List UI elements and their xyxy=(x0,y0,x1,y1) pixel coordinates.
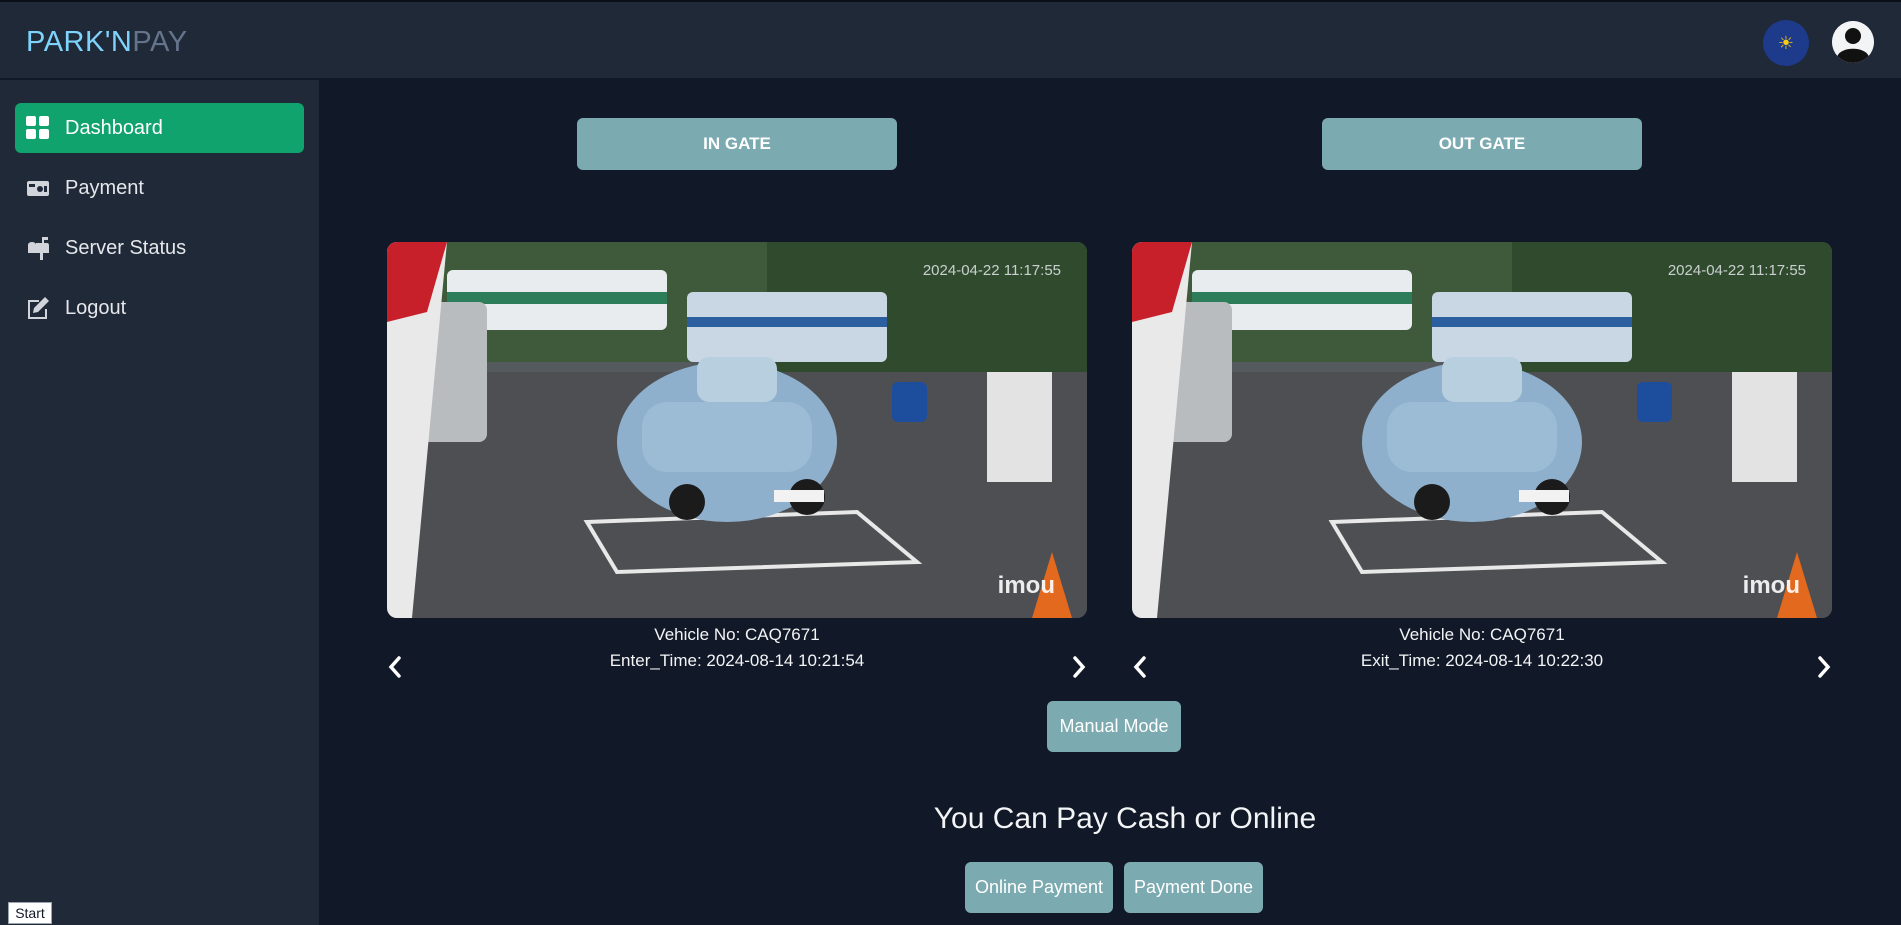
sidebar-item-server-status[interactable]: Server Status xyxy=(15,223,304,273)
user-avatar-button[interactable] xyxy=(1832,21,1874,63)
main-content: IN GATE OUT GATE 2024-04-22 11:17:55 imo… xyxy=(319,80,1901,925)
sidebar-item-label: Server Status xyxy=(65,236,187,259)
payment-heading: You Can Pay Cash or Online xyxy=(933,802,1317,835)
online-payment-button[interactable]: Online Payment xyxy=(965,862,1113,913)
payment-icon xyxy=(25,175,51,201)
sidebar: Dashboard Payment Server Status Logout xyxy=(0,80,319,925)
out-gate-button[interactable]: OUT GATE xyxy=(1322,118,1642,170)
chevron-left-icon xyxy=(388,656,401,678)
sidebar-item-label: Logout xyxy=(65,296,127,319)
sidebar-item-label: Payment xyxy=(65,176,144,199)
next-arrow-button[interactable] xyxy=(1069,654,1089,680)
enter-time: Enter_Time: 2024-08-14 10:21:54 xyxy=(609,651,865,670)
chevron-right-icon xyxy=(1818,656,1831,678)
sidebar-item-payment[interactable]: Payment xyxy=(15,163,304,213)
exit-time: Exit_Time: 2024-08-14 10:22:30 xyxy=(1360,651,1604,670)
out-camera-info: Vehicle No: CAQ7671 Exit_Time: 2024-08-1… xyxy=(1132,622,1832,674)
in-camera-feed: 2024-04-22 11:17:55 imou xyxy=(387,242,1087,618)
mailbox-icon xyxy=(25,235,51,261)
app-logo[interactable]: PARK'NPAY xyxy=(26,26,188,59)
vehicle-number: Vehicle No: CAQ7671 xyxy=(1399,625,1565,644)
vehicle-number: Vehicle No: CAQ7671 xyxy=(654,625,820,644)
prev-arrow-button[interactable] xyxy=(385,654,405,680)
logo-part-1: PARK'N xyxy=(26,26,133,58)
prev-arrow-button[interactable] xyxy=(1130,654,1150,680)
camera-snapshot-image xyxy=(1132,242,1832,618)
in-camera-card: 2024-04-22 11:17:55 imou Vehicle No: CAQ… xyxy=(387,242,1087,682)
edit-icon xyxy=(25,295,51,321)
out-camera-feed: 2024-04-22 11:17:55 imou xyxy=(1132,242,1832,618)
logo-part-2: PAY xyxy=(132,26,188,58)
chevron-left-icon xyxy=(1133,656,1146,678)
camera-overlay-timestamp: 2024-04-22 11:17:55 xyxy=(1667,262,1806,279)
start-label[interactable]: Start xyxy=(8,902,52,924)
dashboard-grid-icon xyxy=(25,115,51,141)
camera-snapshot-image xyxy=(387,242,1087,618)
next-arrow-button[interactable] xyxy=(1814,654,1834,680)
sun-icon: ☀ xyxy=(1777,32,1795,53)
camera-overlay-timestamp: 2024-04-22 11:17:55 xyxy=(922,262,1061,279)
chevron-right-icon xyxy=(1073,656,1086,678)
in-camera-info: Vehicle No: CAQ7671 Enter_Time: 2024-08-… xyxy=(387,622,1087,674)
camera-watermark: imou xyxy=(997,572,1055,599)
theme-toggle-button[interactable]: ☀ xyxy=(1763,20,1809,66)
in-gate-button[interactable]: IN GATE xyxy=(577,118,897,170)
payment-done-button[interactable]: Payment Done xyxy=(1124,862,1263,913)
sidebar-item-dashboard[interactable]: Dashboard xyxy=(15,103,304,153)
out-camera-card: 2024-04-22 11:17:55 imou Vehicle No: CAQ… xyxy=(1132,242,1832,682)
camera-watermark: imou xyxy=(1742,572,1800,599)
sidebar-item-logout[interactable]: Logout xyxy=(15,283,304,333)
sidebar-item-label: Dashboard xyxy=(65,116,163,139)
manual-mode-button[interactable]: Manual Mode xyxy=(1047,701,1181,752)
top-bar: PARK'NPAY ☀ xyxy=(0,2,1901,79)
user-avatar-icon xyxy=(1832,21,1874,63)
